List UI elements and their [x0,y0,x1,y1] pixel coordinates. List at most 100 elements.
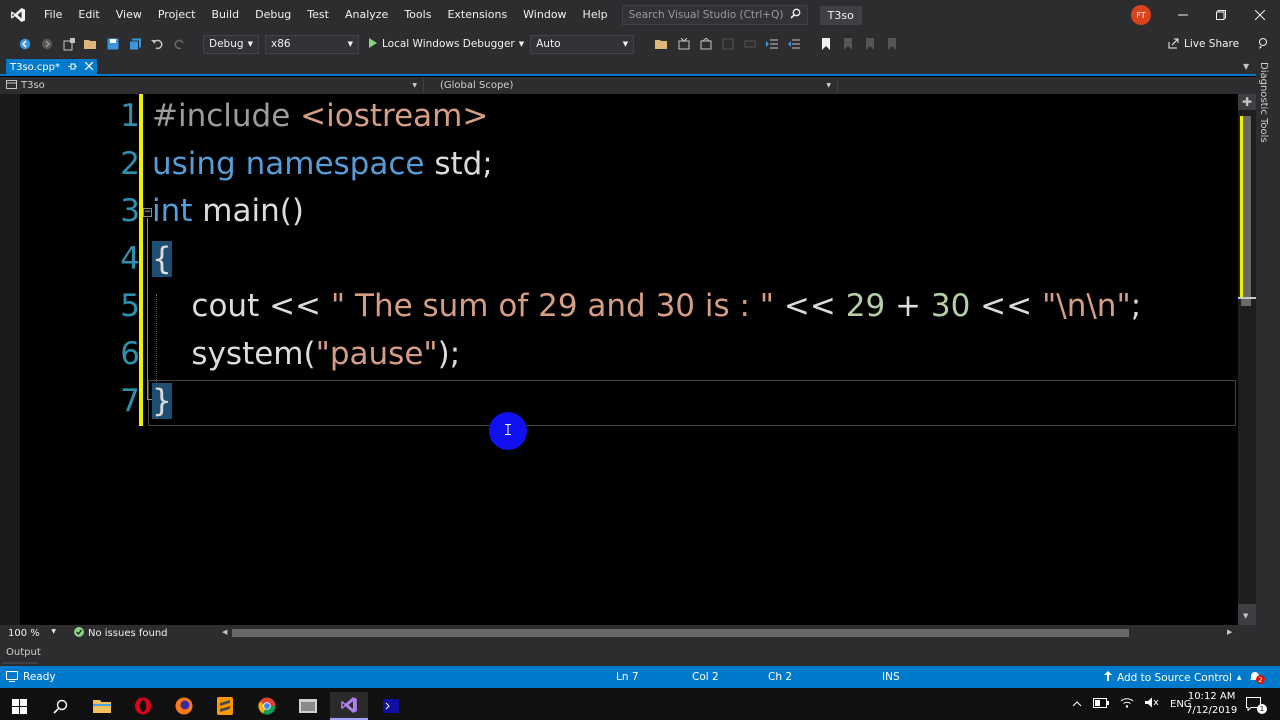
menu-file[interactable]: File [36,0,70,30]
status-bar: Ready Ln 7 Col 2 Ch 2 INS Add to Source … [0,666,1280,688]
horizontal-scroll-thumb[interactable] [232,629,1129,637]
configuration-select[interactable]: Debug ▼ [203,34,259,54]
save-icon[interactable] [105,36,121,52]
solution-title: T3so [819,5,862,25]
menu-view[interactable]: View [108,0,150,30]
menu-edit[interactable]: Edit [70,0,107,30]
search-icon[interactable] [41,692,79,720]
split-window-icon[interactable]: ✚ [1242,96,1252,108]
app-window-icon[interactable] [289,692,327,720]
char-indicator[interactable]: Ch 2 [768,671,792,683]
indent-icon[interactable] [786,36,802,52]
code-line[interactable]: #include <iostream> [152,98,488,134]
save-all-icon[interactable] [127,36,143,52]
search-box[interactable]: Search Visual Studio (Ctrl+Q) [621,5,808,25]
project-name: T3so [21,80,45,91]
undo-icon[interactable] [149,36,165,52]
firefox-icon[interactable] [165,692,203,720]
open-file-icon[interactable] [83,36,99,52]
start-debugging-button[interactable]: Local Windows Debugger ▼ [368,37,524,51]
collapse-outline-icon[interactable]: − [143,208,152,217]
navigate-back-icon[interactable] [17,36,33,52]
new-project-icon[interactable] [61,36,77,52]
menu-build[interactable]: Build [203,0,247,30]
close-tab-icon[interactable] [84,61,94,73]
windows-start-icon[interactable] [0,692,38,720]
code-line[interactable]: } [152,383,172,419]
add-to-source-control-button[interactable]: Add to Source Control ▲ [1104,671,1242,684]
tab-overflow-chevron-icon[interactable]: ▼ [1243,62,1249,71]
outline-line [147,218,148,380]
scroll-left-icon[interactable]: ◀ [222,628,227,636]
console-window-icon[interactable] [372,692,410,720]
scroll-caret-marker [1238,297,1256,299]
line-number: 2 [120,145,140,182]
menu-help[interactable]: Help [575,0,616,30]
redo-icon[interactable] [171,36,187,52]
diagnostic-tools-label[interactable]: Diagnostic Tools [1258,62,1269,143]
diagnostic-tools-panel-tab[interactable]: Diagnostic Tools [1256,58,1280,666]
feedback-icon[interactable] [1257,37,1269,52]
code-token: 29 [845,288,886,324]
editor-margin [0,94,20,625]
step-out-icon[interactable] [698,36,714,52]
search-input[interactable]: Search Visual Studio (Ctrl+Q) [629,9,784,21]
code-line[interactable]: cout << " The sum of 29 and 30 is : " <<… [152,288,1141,324]
menu-project[interactable]: Project [150,0,204,30]
vertical-scrollbar[interactable]: ✚ ▼ [1238,94,1256,625]
chevron-down-icon: ▼ [247,40,253,48]
action-center-badge: 1 [1257,704,1267,714]
visual-studio-taskbar-icon[interactable] [330,692,368,720]
pin-icon[interactable] [68,62,77,74]
step-icon[interactable] [676,36,692,52]
search-icon[interactable] [790,8,801,22]
close-button[interactable] [1240,0,1280,30]
zoom-select[interactable]: 100 % ▼ [0,628,62,639]
volume-icon[interactable] [1145,697,1159,711]
menu-tools[interactable]: Tools [396,0,439,30]
battery-icon[interactable] [1093,697,1109,711]
code-token: " The sum of 29 and 30 is : " [330,288,775,324]
code-line[interactable]: int main() [152,193,304,229]
code-line[interactable]: using namespace std; [152,146,493,182]
output-panel-tab[interactable]: Output [0,642,1256,666]
disabled-tool-icon [720,36,736,52]
opera-icon[interactable] [124,692,162,720]
code-line[interactable]: system("pause"); [152,336,460,372]
chevron-down-icon: ▼ [51,628,56,635]
wifi-icon[interactable] [1120,697,1134,711]
clock[interactable]: 10:12 AM 7/12/2019 [1186,688,1237,720]
maximize-button[interactable] [1201,0,1241,30]
scope-dropdown[interactable]: (Global Scope) ▼ [424,78,838,93]
minimize-button[interactable] [1163,0,1203,30]
navigate-forward-icon[interactable] [39,36,55,52]
tray-chevron-up-icon[interactable] [1072,699,1082,710]
menu-debug[interactable]: Debug [247,0,299,30]
menu-window[interactable]: Window [515,0,574,30]
live-share-button[interactable]: Live Share [1168,30,1269,58]
menu-analyze[interactable]: Analyze [337,0,396,30]
project-dropdown[interactable]: T3so ▼ [0,78,424,93]
insert-mode-indicator[interactable]: INS [882,671,900,683]
code-line[interactable]: { [152,240,172,277]
scroll-down-icon[interactable]: ▼ [1243,612,1248,620]
outdent-icon[interactable] [764,36,780,52]
chrome-icon[interactable] [248,692,286,720]
code-token: "pause" [315,335,438,372]
scroll-right-icon[interactable]: ▶ [1227,628,1232,636]
browse-icon[interactable] [654,36,670,52]
code-editor[interactable]: 1 2 3 4 5 6 7 − #include <iostream> using names… [20,94,1238,625]
bookmark-icon[interactable] [818,36,834,52]
tab-t3so-cpp[interactable]: T3so.cpp* [6,59,97,76]
line-indicator[interactable]: Ln 7 [616,671,639,683]
menu-extensions[interactable]: Extensions [439,0,515,30]
menu-test[interactable]: Test [299,0,337,30]
sublime-text-icon[interactable] [206,692,244,720]
user-avatar[interactable]: FT [1131,5,1151,25]
column-indicator[interactable]: Col 2 [692,671,719,683]
file-explorer-icon[interactable] [83,692,121,720]
output-label[interactable]: Output [6,647,41,658]
issues-indicator[interactable]: No issues found [74,627,168,640]
run-mode-select[interactable]: Auto ▼ [530,34,635,54]
platform-select[interactable]: x86 ▼ [265,34,359,54]
